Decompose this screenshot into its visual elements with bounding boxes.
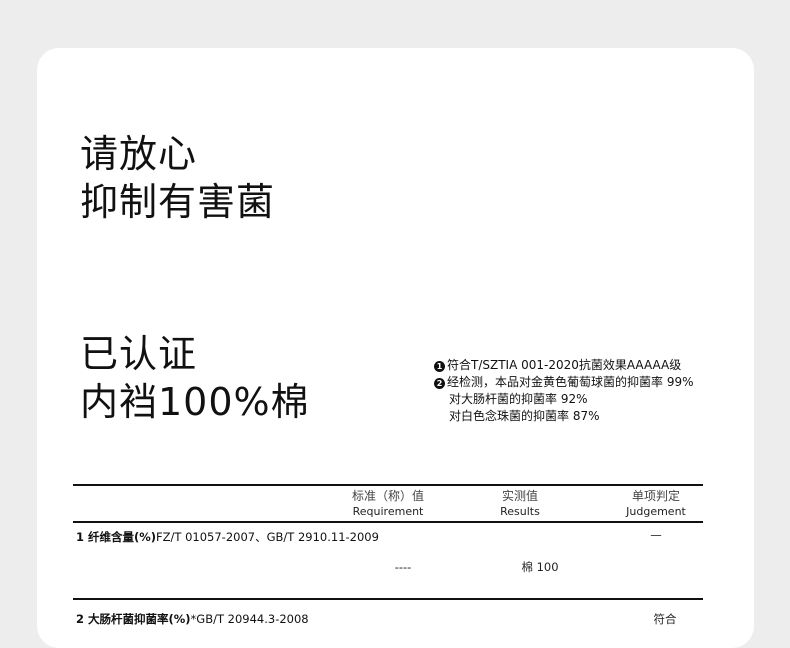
note-text: 对大肠杆菌的抑菌率 92% — [449, 392, 588, 406]
column-header-cn: 标准（称）值 — [351, 489, 424, 503]
note-item: 对大肠杆菌的抑菌率 92% — [434, 391, 694, 408]
table-rule — [73, 484, 703, 486]
table-row-title: 1 纤维含量(%)FZ/T 01057-2007、GB/T 2910.11-20… — [76, 529, 379, 545]
column-header-cn: 实测值 — [501, 489, 538, 503]
row-title-standard: *GB/T 20944.3-2008 — [190, 612, 309, 626]
column-header-results: 实测值 Results — [450, 488, 590, 520]
table-rule — [73, 598, 703, 600]
note-text: 对白色念珠菌的抑菌率 87% — [449, 409, 600, 423]
row-title-standard: FZ/T 01057-2007、GB/T 2910.11-2009 — [156, 530, 379, 544]
column-header-judgement: 单项判定 Judgement — [586, 488, 726, 520]
headline-line: 内裆100%棉 — [80, 380, 310, 424]
table-rule — [73, 521, 703, 523]
cell-judgement: 符合 — [653, 612, 677, 626]
headline-certified: 已认证 内裆100%棉 — [80, 330, 310, 426]
headline-line: 请放心 — [80, 132, 198, 176]
table-row-title: 2 大肠杆菌抑菌率(%)*GB/T 20944.3-2008 — [76, 611, 309, 627]
row-title-bold: 1 纤维含量(%) — [76, 530, 157, 544]
number-badge-icon: 2 — [434, 378, 445, 389]
headline-line: 已认证 — [80, 332, 198, 376]
note-item: 2 经检测，本品对金黄色葡萄球菌的抑菌率 99% — [434, 374, 694, 391]
headline-reassure: 请放心 抑制有害菌 — [80, 130, 275, 226]
note-text: 符合T/SZTIA 001-2020抗菌效果AAAAA级 — [447, 358, 682, 372]
headline-line: 抑制有害菌 — [80, 180, 276, 224]
cell-judgement: — — [650, 528, 662, 542]
row-title-bold: 2 大肠杆菌抑菌率(%) — [76, 612, 191, 626]
column-header-cn: 单项判定 — [631, 489, 680, 503]
cell-result: 棉 100 — [521, 560, 559, 574]
column-header-en: Judgement — [626, 505, 686, 518]
column-header-requirement: 标准（称）值 Requirement — [318, 488, 458, 520]
note-item: 对白色念珠菌的抑菌率 87% — [434, 408, 694, 425]
certification-notes: 1 符合T/SZTIA 001-2020抗菌效果AAAAA级 2 经检测，本品对金黄… — [434, 357, 694, 425]
column-header-en: Results — [500, 505, 540, 518]
note-item: 1 符合T/SZTIA 001-2020抗菌效果AAAAA级 — [434, 357, 694, 374]
cell-requirement: ---- — [394, 560, 412, 574]
note-text: 经检测，本品对金黄色葡萄球菌的抑菌率 99% — [447, 375, 694, 389]
number-badge-icon: 1 — [434, 361, 445, 372]
column-header-en: Requirement — [352, 505, 424, 518]
